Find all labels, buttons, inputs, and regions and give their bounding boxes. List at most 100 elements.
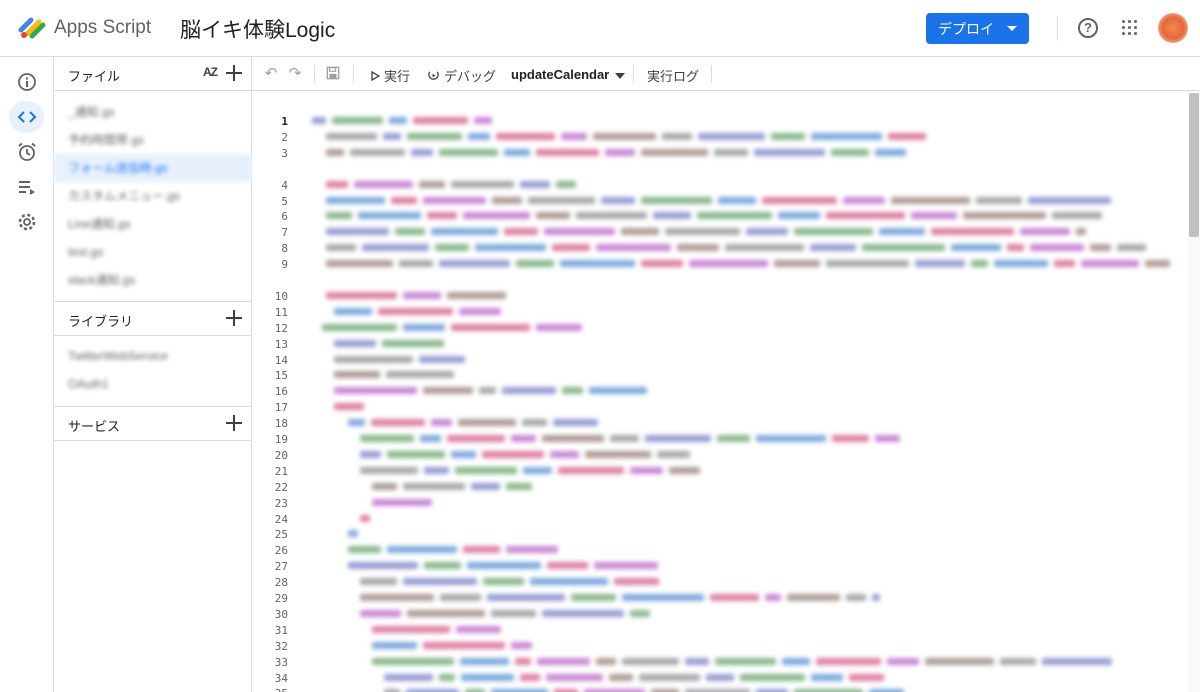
line-number: 34 — [274, 671, 288, 685]
line-number: 2 — [281, 130, 288, 144]
apps-grid-icon[interactable] — [1122, 20, 1138, 36]
line-number: 1 — [281, 115, 288, 128]
execution-log-label: 実行ログ — [647, 69, 700, 84]
apps-script-logo-icon[interactable] — [18, 16, 48, 40]
code-line — [334, 354, 474, 364]
toolbar-separator — [711, 65, 712, 83]
line-number: 5 — [281, 194, 288, 208]
debug-button[interactable]: デバッグ — [427, 66, 496, 85]
line-number: 14 — [274, 353, 288, 367]
vertical-scrollbar[interactable] — [1188, 91, 1200, 692]
libraries-section-header: ライブラリ — [54, 302, 252, 336]
code-line — [372, 481, 532, 491]
file-item[interactable]: カスタムメニュー.gs — [54, 182, 252, 210]
avatar[interactable] — [1158, 13, 1188, 43]
line-number: 31 — [274, 623, 288, 637]
caret-down-icon — [1007, 26, 1017, 31]
files-panel: ファイル AZ _通知.gs 予約時間帯.gs フォーム送信時.gs カスタムメ… — [54, 57, 252, 692]
code-line — [312, 115, 492, 125]
line-number: 24 — [274, 512, 288, 526]
deploy-button-label: デプロイ — [938, 20, 994, 37]
code-line — [326, 179, 576, 189]
code-line — [334, 306, 504, 316]
file-item[interactable]: test.gs — [54, 238, 252, 266]
file-item[interactable]: _通知.gs — [54, 98, 252, 126]
line-number: 6 — [281, 210, 288, 224]
code-line — [360, 592, 880, 602]
redo-icon[interactable]: ↷ — [287, 66, 303, 82]
play-icon — [371, 70, 380, 81]
executions-icon — [18, 181, 35, 195]
code-line — [334, 369, 454, 379]
rail-settings[interactable] — [9, 206, 44, 238]
line-number: 8 — [281, 242, 288, 256]
line-number: 28 — [274, 576, 288, 590]
code-line — [326, 290, 506, 300]
line-number-gutter: 1 2 3 4 5 6 7 8 9 10 11 12 13 14 15 16 17 18 19 20 21 22 23 24 2… — [252, 91, 302, 692]
line-number: 18 — [274, 417, 288, 431]
line-number: 9 — [281, 258, 288, 272]
left-nav-rail — [0, 57, 54, 692]
file-item[interactable]: Line通知.gs — [54, 210, 252, 238]
file-item-active[interactable]: フォーム送信時.gs — [54, 154, 252, 182]
app-name[interactable]: Apps Script — [54, 17, 151, 39]
project-title[interactable]: 脳イキ体験Logic — [180, 14, 335, 44]
deploy-button[interactable]: デプロイ — [926, 13, 1029, 44]
code-line — [348, 528, 358, 538]
files-section-title: ファイル — [68, 69, 121, 84]
add-service-icon[interactable] — [225, 414, 243, 432]
line-number: 35 — [258, 687, 288, 692]
code-icon — [17, 111, 36, 123]
rail-triggers[interactable] — [9, 136, 44, 168]
code-line — [348, 560, 658, 570]
run-button[interactable]: 実行 — [370, 66, 410, 85]
line-number: 7 — [281, 226, 288, 240]
add-library-icon[interactable] — [225, 309, 243, 327]
services-section-header: サービス — [54, 407, 252, 441]
code-line — [326, 242, 1146, 252]
line-number: 30 — [274, 607, 288, 621]
file-item[interactable]: 予約時間帯.gs — [54, 126, 252, 154]
code-line — [360, 608, 650, 618]
file-item[interactable]: slack通知.gs — [54, 266, 252, 294]
info-icon — [17, 73, 36, 91]
line-number: 25 — [274, 528, 288, 542]
top-bar: Apps Script 脳イキ体験Logic デプロイ ? — [0, 0, 1200, 57]
code-editor[interactable]: 1 2 3 4 5 6 7 8 9 10 11 12 13 14 15 16 17 18 19 20 21 22 23 24 2… — [252, 91, 1200, 692]
code-line — [384, 672, 884, 682]
sort-az-icon[interactable]: AZ — [203, 65, 218, 79]
toolbar-separator — [314, 65, 315, 83]
toolbar-separator — [633, 65, 634, 83]
library-item[interactable]: TwitterWebService — [54, 342, 252, 370]
save-icon[interactable] — [325, 66, 341, 82]
editor-toolbar: ↶ ↷ 実行 デバッグ updateCalendar 実行ログ — [252, 57, 1200, 91]
code-line — [326, 131, 926, 141]
toolbar-separator — [353, 65, 354, 83]
execution-log-button[interactable]: 実行ログ — [647, 66, 699, 85]
library-item[interactable]: OAuth1 — [54, 370, 252, 398]
function-select[interactable]: updateCalendar — [511, 67, 626, 82]
header-divider — [1057, 16, 1058, 41]
line-number: 27 — [274, 560, 288, 574]
line-number: 17 — [274, 401, 288, 415]
code-line — [322, 322, 592, 332]
line-number: 12 — [274, 321, 288, 335]
services-section-title: サービス — [68, 419, 121, 434]
code-line — [334, 338, 444, 348]
line-number: 32 — [274, 639, 288, 653]
undo-icon[interactable]: ↶ — [263, 66, 279, 82]
code-line — [372, 624, 502, 634]
rail-overview[interactable] — [9, 66, 44, 98]
code-line — [326, 147, 906, 157]
function-select-value: updateCalendar — [511, 67, 610, 82]
code-content[interactable] — [308, 91, 1184, 692]
code-line — [372, 497, 432, 507]
line-number: 11 — [274, 305, 288, 319]
add-file-icon[interactable] — [225, 64, 243, 82]
rail-editor[interactable] — [9, 101, 44, 133]
scrollbar-thumb[interactable] — [1189, 93, 1199, 237]
help-icon[interactable]: ? — [1078, 18, 1098, 38]
line-number: 20 — [274, 448, 288, 462]
line-number: 10 — [274, 289, 288, 303]
rail-executions[interactable] — [9, 171, 44, 203]
